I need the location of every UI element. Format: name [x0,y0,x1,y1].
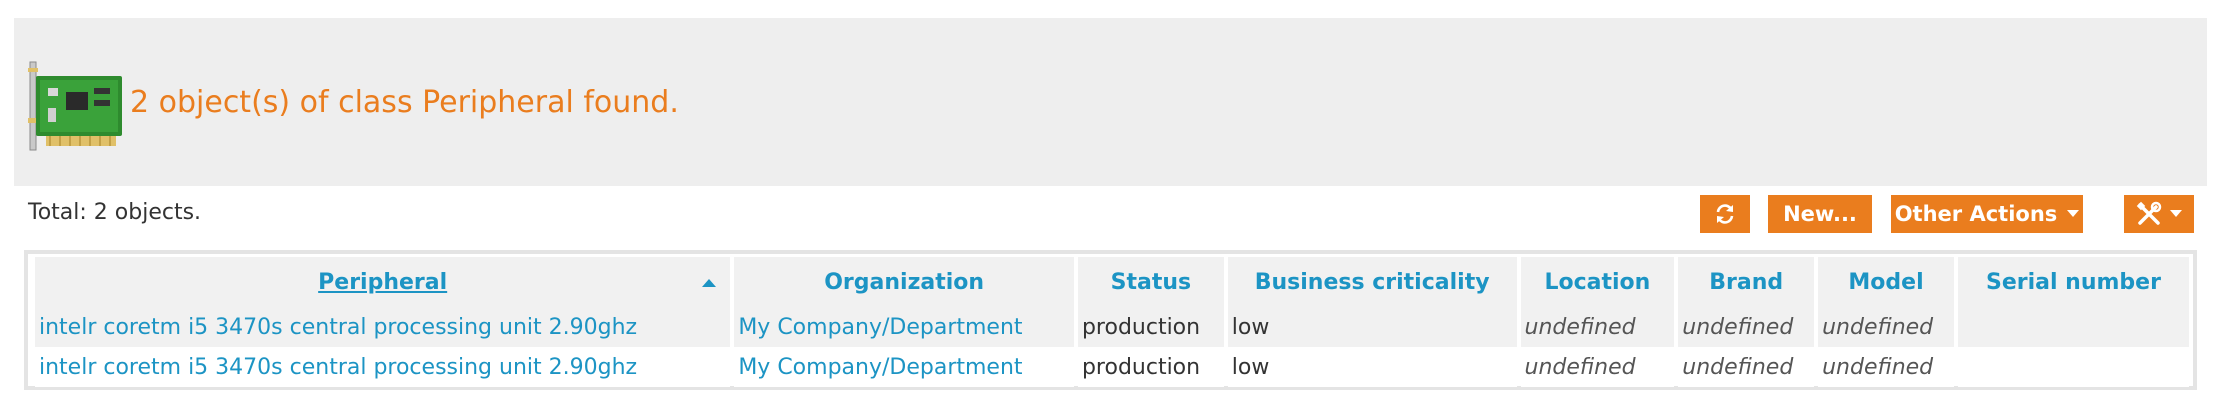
cell-organization: My Company/Department [734,347,1074,387]
cell-business-criticality: low [1227,347,1517,387]
new-button-label: New... [1783,202,1857,226]
other-actions-label: Other Actions [1894,202,2058,226]
header-panel: 2 object(s) of class Peripheral found. [14,18,2207,186]
column-header-model[interactable]: Model [1818,257,1954,307]
total-count: Total: 2 objects. [28,200,202,225]
peripheral-card-icon [26,58,126,162]
new-button[interactable]: New... [1768,195,1872,233]
peripheral-link[interactable]: intelr coretm i5 3470s central processin… [39,355,637,380]
refresh-icon [1716,204,1734,224]
cell-location: undefined [1520,347,1675,387]
sort-ascending-icon [702,279,717,287]
cell-model: undefined [1818,307,1954,347]
other-actions-button[interactable]: Other Actions [1891,195,2083,233]
organization-link[interactable]: My Company/Department [738,315,1022,340]
table-row: intelr coretm i5 3470s central processin… [35,347,2189,387]
refresh-button[interactable] [1700,195,1750,233]
cell-serial-number [1957,347,2189,387]
column-header-organization[interactable]: Organization [734,257,1074,307]
cell-serial-number [1957,307,2189,347]
page-title: 2 object(s) of class Peripheral found. [130,84,679,120]
cell-organization: My Company/Department [734,307,1074,347]
cell-peripheral: intelr coretm i5 3470s central processin… [35,307,731,347]
cell-location: undefined [1520,307,1675,347]
table-row: intelr coretm i5 3470s central processin… [35,307,2189,347]
tools-icon [2136,201,2162,225]
column-header-peripheral[interactable]: Peripheral [35,257,731,307]
results-table: Peripheral Organization Status Business … [31,257,2193,387]
organization-link[interactable]: My Company/Department [738,355,1022,380]
caret-down-icon [2170,210,2182,217]
results-table-container: Peripheral Organization Status Business … [24,250,2197,390]
cell-brand: undefined [1678,307,1815,347]
cell-status: production [1077,307,1224,347]
column-header-serial-number[interactable]: Serial number [1957,257,2189,307]
cell-status: production [1077,347,1224,387]
caret-down-icon [2067,210,2080,217]
peripheral-link[interactable]: intelr coretm i5 3470s central processin… [39,315,637,340]
cell-peripheral: intelr coretm i5 3470s central processin… [35,347,731,387]
column-header-brand[interactable]: Brand [1678,257,1815,307]
cell-model: undefined [1818,347,1954,387]
column-header-location[interactable]: Location [1520,257,1675,307]
table-header-row: Peripheral Organization Status Business … [35,257,2189,307]
column-header-business-criticality[interactable]: Business criticality [1227,257,1517,307]
cell-brand: undefined [1678,347,1815,387]
column-header-status[interactable]: Status [1077,257,1224,307]
tools-menu-button[interactable] [2124,195,2194,233]
cell-business-criticality: low [1227,307,1517,347]
